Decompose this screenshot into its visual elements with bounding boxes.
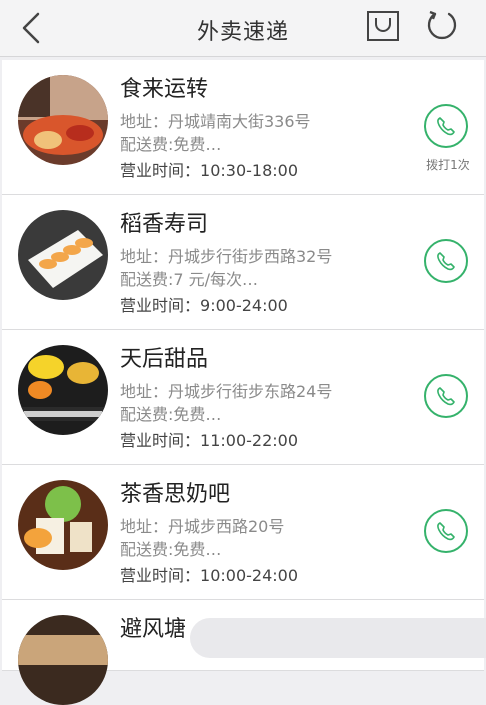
restaurant-thumbnail	[18, 210, 108, 300]
hours-label: 营业时间：	[120, 161, 201, 180]
phone-icon	[437, 252, 455, 271]
phone-icon	[437, 117, 455, 136]
top-nav-bar: 外卖速递	[0, 0, 486, 57]
restaurant-thumbnail	[18, 615, 108, 705]
delivery-fee: 配送费:7 元/每次…	[120, 270, 259, 289]
page-title: 外卖速递	[196, 20, 289, 45]
call-count: 拨打1次	[426, 158, 470, 172]
refresh-icon[interactable]	[424, 7, 460, 43]
call-button[interactable]	[424, 509, 468, 553]
restaurant-name: 稻香寿司	[120, 212, 209, 237]
call-button[interactable]	[424, 239, 468, 283]
shopping-bag-icon[interactable]	[366, 9, 400, 43]
restaurant-thumbnail	[18, 75, 108, 165]
business-hours: 营业时间：10:00-24:00	[120, 562, 298, 586]
restaurant-list: 食来运转 地址：丹城靖南大街336号 配送费:免费… 营业时间：10:30-18…	[0, 60, 486, 705]
delivery-fee: 配送费:免费…	[120, 405, 222, 424]
list-item[interactable]: 天后甜品 地址：丹城步行街步东路24号 配送费:免费… 营业时间：11:00-2…	[2, 330, 484, 465]
restaurant-name: 天后甜品	[120, 347, 209, 372]
restaurant-thumbnail	[18, 480, 108, 570]
restaurant-address: 地址：丹城靖南大街336号	[120, 112, 311, 131]
hours-value: 10:30-18:00	[200, 161, 299, 180]
restaurant-name: 食来运转	[120, 77, 209, 102]
restaurant-address: 地址：丹城步西路20号	[120, 517, 285, 536]
restaurant-address: 地址：丹城步行街步西路32号	[120, 247, 333, 266]
call-button[interactable]	[424, 104, 468, 148]
business-hours: 营业时间：11:00-22:00	[120, 427, 298, 451]
hours-value: 10:00-24:00	[200, 566, 299, 585]
hours-value: 11:00-22:00	[200, 431, 299, 450]
list-item[interactable]: 茶香思奶吧 地址：丹城步西路20号 配送费:免费… 营业时间：10:00-24:…	[2, 465, 484, 600]
call-button[interactable]	[424, 374, 468, 418]
hours-label: 营业时间：	[120, 566, 201, 585]
delivery-fee: 配送费:免费…	[120, 135, 222, 154]
floating-bar	[190, 618, 486, 658]
restaurant-address: 地址：丹城步行街步东路24号	[120, 382, 333, 401]
restaurant-name: 茶香思奶吧	[120, 482, 231, 507]
list-item[interactable]: 食来运转 地址：丹城靖南大街336号 配送费:免费… 营业时间：10:30-18…	[2, 60, 484, 195]
restaurant-name: 避风塘	[120, 617, 187, 642]
hours-label: 营业时间：	[120, 431, 201, 450]
business-hours: 营业时间：10:30-18:00	[120, 157, 298, 181]
business-hours: 营业时间：9:00-24:00	[120, 292, 288, 316]
hours-label: 营业时间：	[120, 296, 201, 315]
list-item[interactable]: 稻香寿司 地址：丹城步行街步西路32号 配送费:7 元/每次… 营业时间：9:0…	[2, 195, 484, 330]
phone-icon	[437, 522, 455, 541]
phone-icon	[437, 387, 455, 406]
hours-value: 9:00-24:00	[200, 296, 288, 315]
delivery-fee: 配送费:免费…	[120, 540, 222, 559]
restaurant-thumbnail	[18, 345, 108, 435]
